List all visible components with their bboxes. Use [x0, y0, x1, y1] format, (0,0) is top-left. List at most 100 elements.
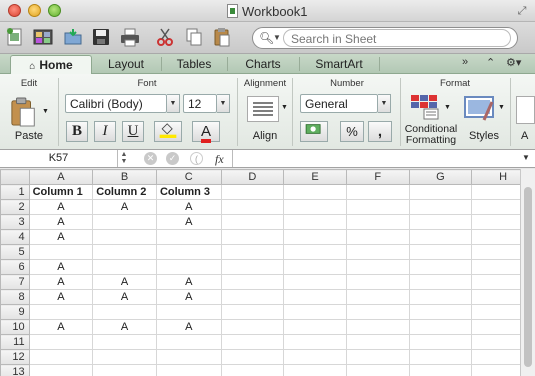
cell[interactable]: [92, 304, 157, 320]
cell[interactable]: [220, 259, 285, 275]
cell[interactable]: [408, 334, 473, 350]
font-size-dropdown-icon[interactable]: ▼: [217, 94, 230, 113]
bold-button[interactable]: B: [66, 121, 88, 142]
cell[interactable]: [155, 349, 222, 365]
cell[interactable]: [155, 259, 222, 275]
cell[interactable]: [220, 199, 285, 215]
underline-button[interactable]: U: [122, 121, 144, 142]
cell[interactable]: A: [92, 199, 157, 215]
row-header[interactable]: 11: [0, 334, 30, 350]
cell[interactable]: [408, 259, 473, 275]
cell[interactable]: A: [28, 199, 94, 215]
search-input[interactable]: Search in Sheet: [283, 29, 511, 47]
row-header[interactable]: 13: [0, 364, 30, 376]
cell[interactable]: [283, 319, 347, 335]
cell[interactable]: [408, 184, 473, 200]
cell[interactable]: [155, 304, 222, 320]
cell[interactable]: [220, 319, 285, 335]
cancel-entry-icon[interactable]: ✕: [144, 152, 157, 165]
cell[interactable]: [92, 334, 157, 350]
cell[interactable]: A: [92, 289, 157, 305]
cell[interactable]: [28, 349, 94, 365]
new-workbook-icon[interactable]: [4, 26, 26, 48]
select-all-corner[interactable]: [0, 169, 30, 185]
search-options-caret-icon[interactable]: ▼: [273, 33, 281, 42]
cell[interactable]: [345, 364, 410, 376]
cell[interactable]: [408, 199, 473, 215]
function-wizard-icon[interactable]: (: [190, 152, 203, 165]
cell[interactable]: [155, 364, 222, 376]
cell[interactable]: [345, 289, 410, 305]
styles-button[interactable]: [464, 94, 500, 124]
cell[interactable]: [408, 229, 473, 245]
open-icon[interactable]: [62, 26, 84, 48]
close-window-button[interactable]: [8, 4, 21, 17]
column-header[interactable]: C: [155, 169, 222, 185]
row-header[interactable]: 12: [0, 349, 30, 365]
tab-charts[interactable]: Charts: [228, 55, 298, 74]
cell[interactable]: [220, 364, 285, 376]
cell[interactable]: [408, 214, 473, 230]
cell[interactable]: [283, 349, 347, 365]
cell[interactable]: [345, 184, 410, 200]
cell[interactable]: A: [28, 319, 94, 335]
cell[interactable]: [345, 349, 410, 365]
cut-icon[interactable]: [154, 26, 176, 48]
cell[interactable]: [28, 244, 94, 260]
cell[interactable]: A: [92, 274, 157, 290]
paste-dropdown-icon[interactable]: ▼: [42, 108, 49, 115]
cell[interactable]: Column 2: [92, 184, 157, 200]
name-box[interactable]: K57: [0, 150, 118, 167]
vertical-scrollbar[interactable]: [520, 169, 535, 376]
number-format-dropdown-icon[interactable]: ▼: [378, 94, 391, 113]
more-tabs-icon[interactable]: »: [462, 56, 468, 68]
number-format-select[interactable]: General: [300, 94, 378, 113]
cell[interactable]: [283, 229, 347, 245]
align-dropdown-icon[interactable]: ▼: [281, 104, 288, 111]
cell[interactable]: A: [28, 229, 94, 245]
conditional-formatting-button[interactable]: [410, 94, 446, 122]
align-button[interactable]: [247, 96, 279, 122]
accounting-format-button[interactable]: [300, 121, 328, 142]
cell[interactable]: [220, 214, 285, 230]
cell[interactable]: [408, 289, 473, 305]
row-header[interactable]: 4: [0, 229, 30, 245]
column-header[interactable]: B: [92, 169, 157, 185]
cell[interactable]: [408, 319, 473, 335]
cell[interactable]: [92, 364, 157, 376]
confirm-entry-icon[interactable]: ✓: [166, 152, 179, 165]
row-header[interactable]: 3: [0, 214, 30, 230]
row-header[interactable]: 5: [0, 244, 30, 260]
cell[interactable]: [408, 244, 473, 260]
conditional-formatting-dropdown-icon[interactable]: ▼: [444, 104, 451, 111]
column-header[interactable]: G: [408, 169, 473, 185]
cell[interactable]: [28, 364, 94, 376]
name-box-stepper-icon[interactable]: ▲ ▼: [119, 151, 129, 165]
cell[interactable]: A: [92, 319, 157, 335]
expand-formula-bar-icon[interactable]: ▼: [522, 153, 530, 162]
cell[interactable]: A: [155, 289, 222, 305]
cell[interactable]: [283, 304, 347, 320]
cell[interactable]: [28, 334, 94, 350]
cell[interactable]: [220, 229, 285, 245]
cell[interactable]: [345, 259, 410, 275]
cell[interactable]: A: [28, 214, 94, 230]
templates-icon[interactable]: [32, 26, 54, 48]
cell[interactable]: [92, 244, 157, 260]
cell[interactable]: A: [155, 214, 222, 230]
tab-smartart[interactable]: SmartArt: [300, 55, 378, 74]
font-color-button[interactable]: A: [192, 121, 220, 143]
cell[interactable]: [92, 349, 157, 365]
cell[interactable]: [345, 214, 410, 230]
font-name-select[interactable]: Calibri (Body): [65, 94, 167, 113]
cell[interactable]: [220, 184, 285, 200]
cell[interactable]: [345, 274, 410, 290]
cell[interactable]: [345, 319, 410, 335]
row-header[interactable]: 2: [0, 199, 30, 215]
cut-off-ribbon-button[interactable]: [516, 96, 535, 124]
cell[interactable]: Column 3: [155, 184, 222, 200]
cell[interactable]: [345, 244, 410, 260]
paste-icon[interactable]: [211, 26, 233, 48]
cell[interactable]: A: [28, 274, 94, 290]
cell[interactable]: [283, 274, 347, 290]
